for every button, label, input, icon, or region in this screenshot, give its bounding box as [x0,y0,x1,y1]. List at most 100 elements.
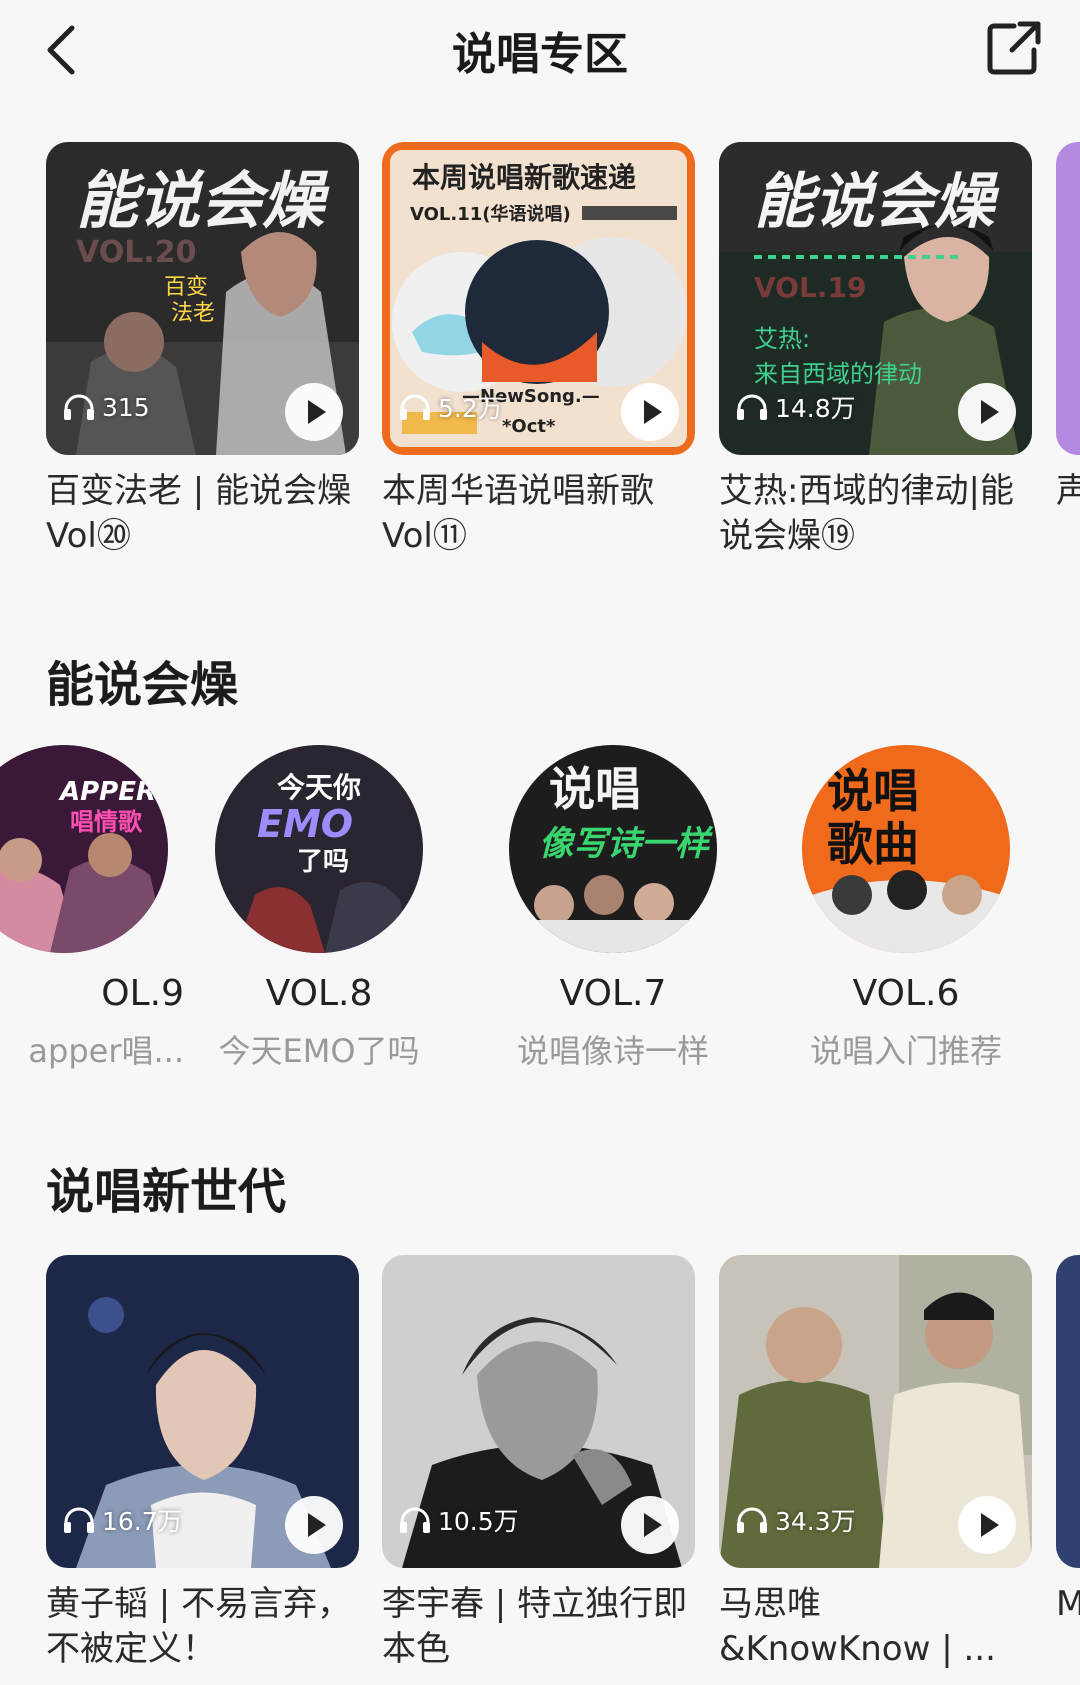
playlist-card[interactable]: M就 [1056,1255,1080,1674]
rap-zone-page: 说唱专区 能说会燥 VOL.20 百变 法老 315 百变法老 | 能说会燥Vo… [0,0,1080,1685]
headphones-icon [64,394,94,420]
page-title: 说唱专区 [452,29,628,80]
playlist-cover[interactable]: 10.5万 [382,1255,695,1568]
volume-item[interactable]: 今天你 EMO 了吗 VOL.8 今天EMO了吗 [199,745,439,1072]
playlist-cover[interactable]: 本周说唱新歌速递 VOL.11(华语说唱) —NewSong.— *Oct* 5… [382,142,695,455]
svg-text:歌曲: 歌曲 [827,817,919,871]
play-count-text: 10.5万 [438,1507,519,1536]
playlist-cover[interactable]: 34.3万 [719,1255,1032,1568]
svg-text:今天你: 今天你 [277,771,361,804]
play-button[interactable] [958,383,1016,441]
play-button[interactable] [285,1496,343,1554]
volume-label: VOL.7 [559,973,667,1014]
playlist-title[interactable]: 百变法老 | 能说会燥Vol⑳ [46,469,359,561]
playlist-title[interactable]: M就 [1056,1582,1080,1674]
play-button[interactable] [621,383,679,441]
volume-cover[interactable]: 说唱 歌曲 [802,745,1010,953]
playlist-title[interactable]: 李宇春 | 特立独行即本色 [382,1582,695,1674]
share-external-icon [987,21,1041,75]
play-button[interactable] [621,1496,679,1554]
svg-text:法老: 法老 [171,301,215,326]
volume-subtitle: apper唱... [28,1032,184,1070]
playlist-title[interactable]: 艾热:西域的律动|能说会燥⑲ [719,469,1032,561]
cover-image: APPER 唱情歌 [0,745,168,953]
headphones-icon [737,1507,767,1533]
play-count: 315 [62,389,150,425]
svg-text:艾热:: 艾热: [754,325,810,353]
play-count-text: 16.7万 [102,1507,183,1536]
svg-text:本周说唱新歌速递: 本周说唱新歌速递 [412,161,636,194]
svg-text:VOL.19: VOL.19 [754,271,866,304]
volume-cover[interactable]: APPER 唱情歌 [0,745,168,953]
playlist-title[interactable]: 马思唯&KnowKnow | ... [719,1582,1032,1674]
playlist-title[interactable]: 本周华语说唱新歌Vol⑪ [382,469,695,561]
new-generation-playlists-row: 16.7万 黄子韬 | 不易言弃，不被定义！ 10.5万 李宇春 | 特立独行即… [0,1255,1080,1685]
playlist-cover[interactable] [1056,142,1080,455]
playlist-cover[interactable]: 能说会燥 VOL.20 百变 法老 315 [46,142,359,455]
headphones-icon [400,1507,430,1533]
svg-text:EMO: EMO [257,802,353,846]
volume-cover[interactable]: 今天你 EMO 了吗 [215,745,423,953]
headphones-icon [737,394,767,420]
play-count: 16.7万 [62,1502,183,1538]
headphones-icon [400,394,430,420]
play-count-text: 14.8万 [775,394,856,423]
play-button[interactable] [958,1496,1016,1554]
section-title-nengshuohuizao: 能说会燥 [46,657,239,713]
volume-item[interactable]: 说唱 像写诗一样 VOL.7 说唱像诗一样 [493,745,733,1072]
svg-text:VOL.20: VOL.20 [76,235,196,270]
playlist-card[interactable]: 34.3万 马思唯&KnowKnow | ... [719,1255,1032,1674]
volume-subtitle: 说唱像诗一样 [516,1032,709,1070]
playlist-cover[interactable] [1056,1255,1080,1568]
play-count-text: 5.2万 [438,394,503,423]
svg-text:VOL.11(华语说唱): VOL.11(华语说唱) [410,203,571,225]
nengshuohuizao-volumes-row: APPER 唱情歌 OL.9 apper唱... 今天你 EMO 了吗 VOL.… [0,745,1080,1075]
play-icon [307,400,326,424]
volume-label: VOL.6 [852,973,960,1014]
play-count-text: 34.3万 [775,1507,856,1536]
volume-label: OL.9 [101,973,184,1014]
playlist-card[interactable]: 16.7万 黄子韬 | 不易言弃，不被定义！ [46,1255,359,1674]
playlist-title[interactable]: 黄子韬 | 不易言弃，不被定义！ [46,1582,359,1674]
playlist-cover[interactable]: 16.7万 [46,1255,359,1568]
playlist-card[interactable]: 声 [1056,142,1080,561]
playlist-card[interactable]: 本周说唱新歌速递 VOL.11(华语说唱) —NewSong.— *Oct* 5… [382,142,695,561]
cover-image: 说唱 歌曲 [802,745,1010,953]
cover-image: 说唱 像写诗一样 [509,745,717,953]
svg-text:APPER: APPER [58,777,156,807]
playlist-cover[interactable]: 能说会燥 VOL.19 艾热: 来自西域的律动 14.8万 [719,142,1032,455]
svg-text:唱情歌: 唱情歌 [70,808,143,836]
playlist-title[interactable]: 声 [1056,469,1080,561]
volume-subtitle: 今天EMO了吗 [218,1032,420,1070]
play-count-text: 315 [102,392,150,422]
play-count: 10.5万 [398,1502,519,1538]
svg-text:*Oct*: *Oct* [502,416,556,437]
play-icon [980,400,999,424]
svg-text:像写诗一样: 像写诗一样 [539,824,714,864]
svg-text:能说会燥: 能说会燥 [754,167,1000,237]
playlist-card[interactable]: 能说会燥 VOL.19 艾热: 来自西域的律动 14.8万 艾热:西域的律动|能… [719,142,1032,561]
play-icon [307,1513,326,1537]
playlist-card[interactable]: 能说会燥 VOL.20 百变 法老 315 百变法老 | 能说会燥Vol⑳ [46,142,359,561]
volume-item[interactable]: 说唱 歌曲 VOL.6 说唱入门推荐 [786,745,1026,1072]
svg-text:能说会燥: 能说会燥 [76,164,330,237]
header-bar: 说唱专区 [0,0,1080,105]
section-title-new-generation: 说唱新世代 [46,1164,287,1220]
volume-item[interactable]: APPER 唱情歌 OL.9 apper唱... [0,745,184,1072]
share-button[interactable] [984,18,1042,78]
svg-text:说唱: 说唱 [827,764,919,818]
svg-text:说唱: 说唱 [549,762,641,816]
headphones-icon [64,1507,94,1533]
svg-text:百变: 百变 [164,275,208,300]
play-icon [643,1513,662,1537]
play-count: 5.2万 [398,389,503,425]
playlist-card[interactable]: 10.5万 李宇春 | 特立独行即本色 [382,1255,695,1674]
play-button[interactable] [285,383,343,441]
volume-cover[interactable]: 说唱 像写诗一样 [509,745,717,953]
volume-label: VOL.8 [265,973,373,1014]
volume-subtitle: 说唱入门推荐 [809,1032,1002,1070]
play-icon [643,400,662,424]
play-icon [980,1513,999,1537]
play-count: 14.8万 [735,389,856,425]
cover-image: 今天你 EMO 了吗 [215,745,423,953]
